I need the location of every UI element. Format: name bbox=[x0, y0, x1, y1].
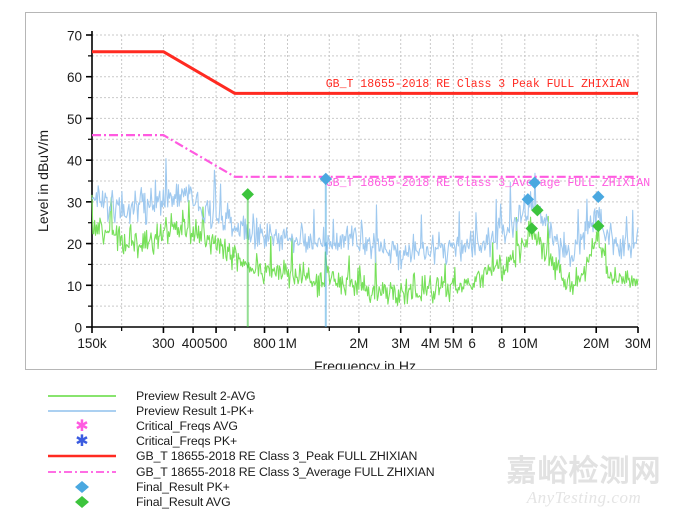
result-marker-diamond[interactable] bbox=[241, 188, 254, 201]
x-tick-label: 2M bbox=[350, 336, 369, 351]
x-tick-label: 20M bbox=[583, 336, 609, 351]
legend-item[interactable]: GB_T 18655-2018 RE Class 3_Average FULL … bbox=[28, 464, 498, 479]
legend-symbol-wrap bbox=[28, 495, 136, 509]
limit-line bbox=[92, 134, 638, 178]
legend-item-label: GB_T 18655-2018 RE Class 3_Average FULL … bbox=[136, 464, 435, 479]
svg-text:✱: ✱ bbox=[75, 434, 88, 448]
legend-item[interactable]: Preview Result 2-AVG bbox=[28, 388, 498, 403]
x-tick-label: 300 bbox=[152, 336, 175, 351]
svg-text:✱: ✱ bbox=[75, 419, 88, 433]
watermark-english: AnyTesting.com bbox=[526, 488, 642, 507]
legend-item[interactable]: Final_Result PK+ bbox=[28, 479, 498, 494]
limit-annotations: GB_T 18655-2018 RE Class 3 Peak FULL ZHI… bbox=[326, 78, 650, 190]
x-tick-label: 1M bbox=[278, 336, 297, 351]
chart-frame: 0 10 20 30 40 50 60 70 150k 300 400 500 800 1M 2M 3M 4M 5… bbox=[25, 12, 657, 370]
legend-item-label: Preview Result 1-PK+ bbox=[136, 403, 254, 418]
x-tick-label: 800 bbox=[253, 336, 276, 351]
y-tick-label: 30 bbox=[67, 195, 82, 210]
legend-symbol-wrap bbox=[28, 389, 136, 403]
legend-symbol-wrap bbox=[28, 465, 136, 479]
x-tick-label: 150k bbox=[77, 336, 107, 351]
watermark-chinese: 嘉峪检测网 bbox=[506, 454, 662, 489]
x-tick-label: 6 bbox=[468, 336, 476, 351]
legend-symbol-wrap bbox=[28, 404, 136, 418]
legend-item-label: Final_Result AVG bbox=[136, 494, 231, 509]
y-tick-label: 0 bbox=[74, 321, 82, 336]
y-tick-label: 50 bbox=[67, 112, 82, 127]
y-tick-label: 70 bbox=[67, 29, 82, 44]
result-markers bbox=[241, 172, 605, 327]
x-tick-label: 500 bbox=[205, 336, 228, 351]
legend-symbol-dashdot bbox=[48, 470, 116, 473]
x-tick-label: 400 bbox=[182, 336, 205, 351]
spectrum-trace bbox=[91, 158, 639, 271]
x-tick-label: 4M bbox=[421, 336, 440, 351]
legend-item[interactable]: Preview Result 1-PK+ bbox=[28, 403, 498, 418]
result-marker-diamond[interactable] bbox=[525, 222, 538, 235]
legend-item[interactable]: ✱ Critical_Freqs PK+ bbox=[28, 434, 498, 449]
x-tick-label: 5M bbox=[444, 336, 463, 351]
legend-item[interactable]: Final_Result AVG bbox=[28, 494, 498, 509]
y-axis-label: Level in dBuV/m bbox=[35, 130, 51, 232]
x-tick-label: 8 bbox=[498, 336, 506, 351]
legend-symbol-wrap: ✱ bbox=[28, 419, 136, 433]
legend-symbol-asterisk: ✱ bbox=[75, 419, 88, 433]
x-tick-label: 10M bbox=[512, 336, 538, 351]
legend-item-label: Preview Result 2-AVG bbox=[136, 388, 256, 403]
legend-symbol-wrap bbox=[28, 480, 136, 494]
legend-symbol-wrap: ✱ bbox=[28, 434, 136, 448]
legend-item[interactable]: GB_T 18655-2018 RE Class 3_Peak FULL ZHI… bbox=[28, 449, 498, 464]
legend-item-label: GB_T 18655-2018 RE Class 3_Peak FULL ZHI… bbox=[136, 449, 418, 464]
watermark: 嘉峪检测网 AnyTesting.com bbox=[498, 456, 670, 510]
y-tick-label: 20 bbox=[67, 237, 82, 252]
legend-symbol-diamond bbox=[75, 480, 89, 493]
legend-item[interactable]: ✱ Critical_Freqs AVG bbox=[28, 418, 498, 433]
legend-item-label: Final_Result PK+ bbox=[136, 479, 230, 494]
legend-symbol-asterisk: ✱ bbox=[75, 434, 88, 448]
spectrum-plot: 0 10 20 30 40 50 60 70 150k 300 400 500 800 1M 2M 3M 4M 5… bbox=[35, 29, 651, 370]
legend-symbol-line bbox=[48, 409, 116, 412]
legend-symbol-line bbox=[48, 455, 116, 458]
legend-item-label: Critical_Freqs PK+ bbox=[136, 434, 238, 449]
limit-annotation-label: GB_T 18655-2018 RE Class 3_Average FULL … bbox=[326, 177, 650, 190]
x-tick-label: 30M bbox=[625, 336, 651, 351]
legend-symbol-diamond bbox=[75, 495, 89, 508]
y-tick-label: 40 bbox=[67, 154, 82, 169]
chart-legend: Preview Result 2-AVG Preview Result 1-PK+… bbox=[28, 388, 498, 510]
y-tick-label: 60 bbox=[67, 70, 82, 85]
legend-item-label: Critical_Freqs AVG bbox=[136, 418, 238, 433]
limit-lines bbox=[92, 50, 638, 178]
limit-annotation-label: GB_T 18655-2018 RE Class 3 Peak FULL ZHI… bbox=[326, 78, 630, 91]
legend-symbol-wrap bbox=[28, 449, 136, 463]
x-tick-label: 3M bbox=[391, 336, 410, 351]
x-axis-label: Frequency in Hz bbox=[314, 358, 416, 369]
result-marker-diamond[interactable] bbox=[592, 190, 605, 204]
y-tick-label: 10 bbox=[67, 279, 82, 294]
legend-symbol-line bbox=[48, 394, 116, 397]
